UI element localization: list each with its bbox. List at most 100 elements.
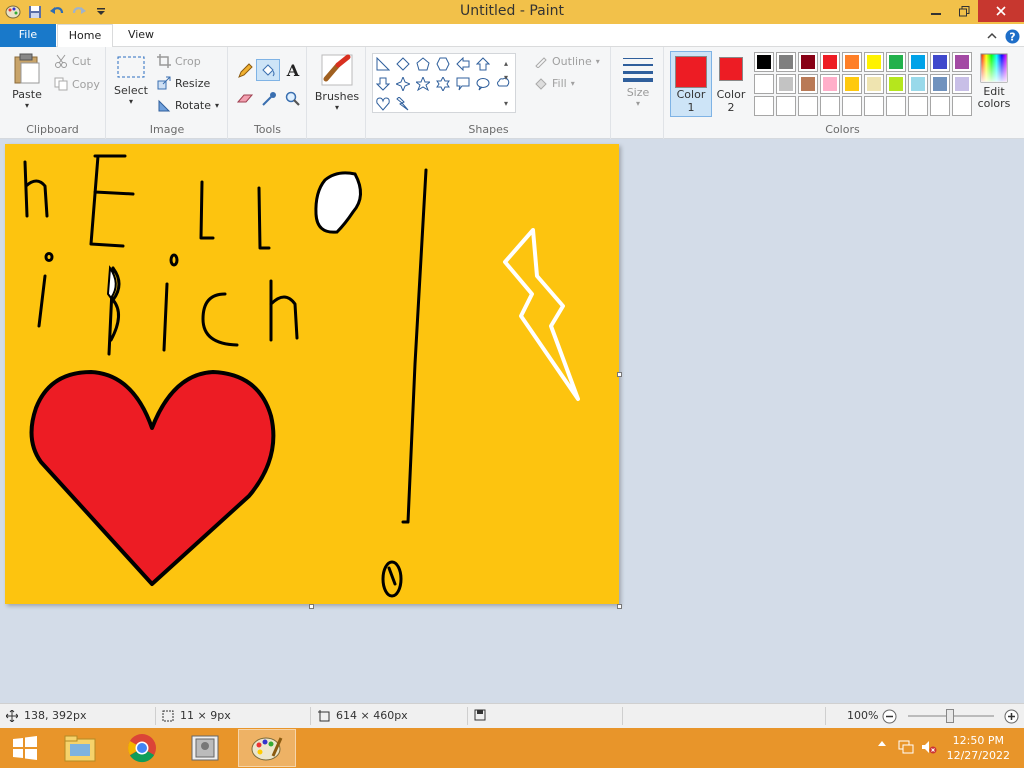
four-point-star-shape-icon[interactable] xyxy=(393,74,413,94)
paste-button[interactable]: Paste ▾ xyxy=(6,53,48,110)
color2-button[interactable]: Color 2 xyxy=(715,57,747,114)
palette-swatch[interactable] xyxy=(754,52,774,72)
heart-shape-icon[interactable] xyxy=(373,94,393,114)
tab-home[interactable]: Home xyxy=(57,24,113,48)
palette-swatch[interactable] xyxy=(886,52,906,72)
custom-color-slot[interactable] xyxy=(864,96,884,116)
select-dropdown-icon[interactable]: ▾ xyxy=(113,97,149,106)
custom-color-slot[interactable] xyxy=(886,96,906,116)
callout-rect-shape-icon[interactable] xyxy=(453,74,473,94)
drawing-canvas[interactable] xyxy=(5,144,619,604)
edit-colors-button[interactable]: Edit colors xyxy=(973,53,1015,110)
network-icon[interactable] xyxy=(897,740,915,754)
brushes-group[interactable]: Brushes ▾ xyxy=(308,47,366,139)
pencil-icon[interactable] xyxy=(235,61,255,81)
show-hidden-icons[interactable] xyxy=(876,740,888,746)
brushes-button[interactable]: Brushes ▾ xyxy=(312,53,362,112)
resize-button[interactable]: Resize xyxy=(157,76,210,90)
palette-swatch[interactable] xyxy=(952,74,972,94)
custom-color-slot[interactable] xyxy=(798,96,818,116)
six-point-star-shape-icon[interactable] xyxy=(433,74,453,94)
custom-color-slot[interactable] xyxy=(952,96,972,116)
custom-color-slot[interactable] xyxy=(908,96,928,116)
resize-handle-right[interactable] xyxy=(617,372,622,377)
custom-color-slot[interactable] xyxy=(930,96,950,116)
outline-button[interactable]: Outline ▾ xyxy=(534,54,600,68)
palette-swatch[interactable] xyxy=(886,74,906,94)
diamond-shape-icon[interactable] xyxy=(393,54,413,74)
close-button[interactable] xyxy=(978,0,1024,22)
size-button[interactable]: Size ▾ xyxy=(618,55,658,108)
fill-button[interactable]: Fill ▾ xyxy=(534,76,575,90)
up-arrow-shape-icon[interactable] xyxy=(473,54,493,74)
shapes-scroll-down-icon[interactable]: ▾ xyxy=(497,68,515,86)
help-icon[interactable]: ? xyxy=(1004,28,1020,44)
tab-file[interactable]: File xyxy=(0,24,56,47)
palette-swatch[interactable] xyxy=(908,52,928,72)
pentagon-shape-icon[interactable] xyxy=(413,54,433,74)
resize-handle-bottom[interactable] xyxy=(309,604,314,609)
restore-button[interactable] xyxy=(950,0,978,22)
star-shape-icon[interactable] xyxy=(413,74,433,94)
taskbar-paint[interactable] xyxy=(238,729,296,767)
crop-button[interactable]: Crop xyxy=(157,54,201,68)
palette-swatch[interactable] xyxy=(930,52,950,72)
zoom-slider-thumb[interactable] xyxy=(946,709,954,723)
fill-dropdown-icon[interactable]: ▾ xyxy=(571,79,575,88)
taskbar-app-window[interactable] xyxy=(177,729,233,767)
palette-swatch[interactable] xyxy=(864,52,884,72)
select-button[interactable]: Select ▾ xyxy=(113,55,149,106)
brushes-dropdown-icon[interactable]: ▾ xyxy=(312,103,362,112)
palette-swatch[interactable] xyxy=(842,52,862,72)
palette-swatch[interactable] xyxy=(864,74,884,94)
palette-swatch[interactable] xyxy=(798,52,818,72)
taskbar-file-explorer[interactable] xyxy=(54,729,106,767)
volume-muted-icon[interactable] xyxy=(920,740,938,754)
palette-swatch[interactable] xyxy=(908,74,928,94)
copy-button[interactable]: Copy xyxy=(54,77,100,91)
collapse-ribbon-icon[interactable] xyxy=(984,28,1000,44)
paste-dropdown-icon[interactable]: ▾ xyxy=(6,101,48,110)
start-button[interactable] xyxy=(4,729,46,767)
line-shape-icon[interactable] xyxy=(373,54,393,74)
palette-swatch[interactable] xyxy=(952,52,972,72)
text-tool-icon[interactable]: A xyxy=(283,60,303,80)
zoom-out-icon[interactable] xyxy=(882,709,897,724)
palette-swatch[interactable] xyxy=(776,74,796,94)
minimize-button[interactable] xyxy=(922,0,950,22)
eraser-icon[interactable] xyxy=(235,89,255,109)
palette-swatch[interactable] xyxy=(820,52,840,72)
rotate-button[interactable]: Rotate ▾ xyxy=(157,98,219,112)
tab-view[interactable]: View xyxy=(118,24,164,47)
fill-bucket-icon[interactable] xyxy=(256,59,280,81)
hexagon-shape-icon[interactable] xyxy=(433,54,453,74)
size-group: Size ▾ xyxy=(612,47,664,139)
color-picker-icon[interactable] xyxy=(259,89,279,109)
callout-oval-shape-icon[interactable] xyxy=(473,74,493,94)
taskbar-chrome[interactable] xyxy=(116,729,168,767)
magnifier-icon[interactable] xyxy=(283,89,303,109)
resize-handle-corner[interactable] xyxy=(617,604,622,609)
zoom-in-icon[interactable] xyxy=(1004,709,1019,724)
lightning-shape-icon[interactable] xyxy=(393,94,413,114)
cut-button[interactable]: Cut xyxy=(54,54,91,68)
custom-color-slot[interactable] xyxy=(754,96,774,116)
left-arrow-shape-icon[interactable] xyxy=(453,54,473,74)
down-arrow-shape-icon[interactable] xyxy=(373,74,393,94)
palette-swatch[interactable] xyxy=(842,74,862,94)
shapes-gallery: ▴ ▾ ▾ xyxy=(372,53,516,113)
outline-dropdown-icon[interactable]: ▾ xyxy=(596,57,600,66)
shapes-expand-icon[interactable]: ▾ xyxy=(497,94,515,112)
palette-swatch[interactable] xyxy=(754,74,774,94)
palette-swatch[interactable] xyxy=(820,74,840,94)
custom-color-slot[interactable] xyxy=(842,96,862,116)
custom-color-slot[interactable] xyxy=(820,96,840,116)
color1-button[interactable]: Color 1 xyxy=(670,51,712,117)
palette-swatch[interactable] xyxy=(798,74,818,94)
palette-swatch[interactable] xyxy=(930,74,950,94)
size-dropdown-icon[interactable]: ▾ xyxy=(618,99,658,108)
system-clock[interactable]: 12:50 PM 12/27/2022 xyxy=(947,733,1010,763)
palette-swatch[interactable] xyxy=(776,52,796,72)
rotate-dropdown-icon[interactable]: ▾ xyxy=(215,101,219,110)
custom-color-slot[interactable] xyxy=(776,96,796,116)
